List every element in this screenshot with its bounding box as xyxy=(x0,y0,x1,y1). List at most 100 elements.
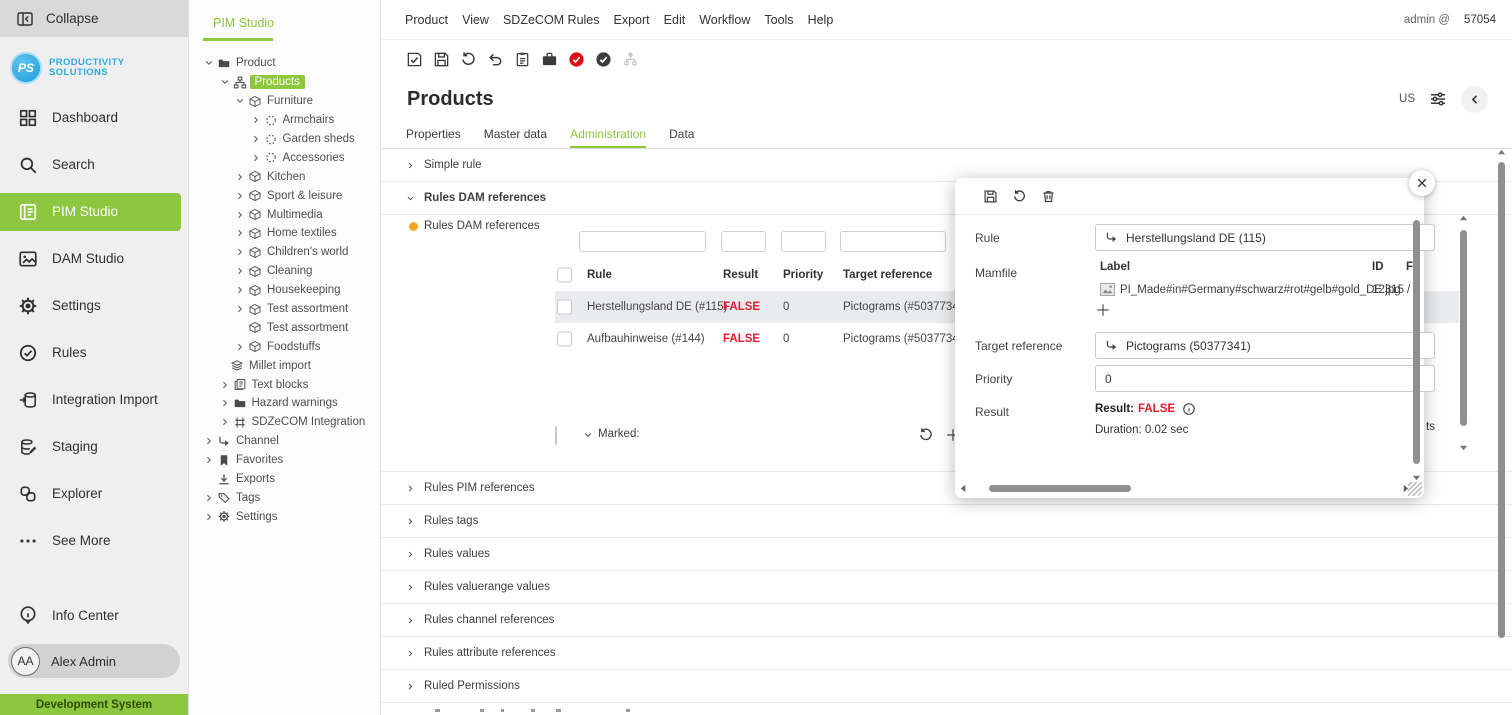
tree-item-furniture[interactable]: Furniture xyxy=(189,92,380,111)
menu-edit[interactable]: Edit xyxy=(664,13,686,27)
filter-target-input[interactable] xyxy=(840,231,946,252)
select-all-checkbox[interactable] xyxy=(557,268,572,283)
tree-item-tags[interactable]: Tags xyxy=(189,488,380,507)
rotate-ccw-icon[interactable] xyxy=(1012,189,1027,204)
filter-result-input[interactable] xyxy=(721,231,766,252)
sidebar-item-dam-studio[interactable]: DAM Studio xyxy=(0,235,181,282)
section-ruled-permissions[interactable]: Ruled Permissions xyxy=(381,670,1512,703)
tree-item-children-s-world[interactable]: Children's world xyxy=(189,243,380,262)
tree-item-millet-import[interactable]: Millet import xyxy=(189,356,380,375)
filter-rule-input[interactable] xyxy=(579,231,706,252)
undo-icon[interactable] xyxy=(487,51,504,68)
menu-product[interactable]: Product xyxy=(405,13,448,27)
tree-item-housekeeping[interactable]: Housekeeping xyxy=(189,281,380,300)
menu-view[interactable]: View xyxy=(462,13,489,27)
section-rules-values[interactable]: Rules values xyxy=(381,538,1512,571)
dialog-horizontal-scrollbar[interactable] xyxy=(959,484,1410,493)
menu-export[interactable]: Export xyxy=(614,13,650,27)
collapse-panel-button[interactable] xyxy=(1461,86,1488,113)
table-scrollbar[interactable] xyxy=(1459,214,1468,454)
menu-workflow[interactable]: Workflow xyxy=(699,13,750,27)
mamfile-name[interactable]: PI_Made#in#Germany#schwarz#rot#gelb#gold… xyxy=(1120,284,1401,296)
marked-checkbox[interactable] xyxy=(555,426,557,445)
tree-item-favorites[interactable]: Favorites xyxy=(189,451,380,470)
tree-item-exports[interactable]: Exports xyxy=(189,470,380,489)
scroll-down-icon[interactable] xyxy=(1459,443,1468,452)
tab-master-data[interactable]: Master data xyxy=(484,122,547,148)
tree-item-foodstuffs[interactable]: Foodstuffs xyxy=(189,337,380,356)
menu-help[interactable]: Help xyxy=(808,13,834,27)
sidebar-item-rules[interactable]: Rules xyxy=(0,329,181,376)
tree-item-settings[interactable]: Settings xyxy=(189,507,380,526)
save-confirm-icon[interactable] xyxy=(406,51,423,68)
briefcase-icon[interactable] xyxy=(541,51,558,68)
sidebar-item-integration-import[interactable]: Integration Import xyxy=(0,376,181,423)
priority-input[interactable] xyxy=(1095,365,1435,392)
resize-grip[interactable] xyxy=(1408,482,1422,496)
filter-priority-input[interactable] xyxy=(781,231,826,252)
save-icon[interactable] xyxy=(433,51,450,68)
trash-icon[interactable] xyxy=(1041,189,1056,204)
tree-item-accessories[interactable]: Accessories xyxy=(189,148,380,167)
target-reference-dropdown[interactable]: Pictograms (50377341) xyxy=(1095,332,1435,359)
tab-data[interactable]: Data xyxy=(669,122,694,148)
tab-administration[interactable]: Administration xyxy=(570,122,646,148)
tab-properties[interactable]: Properties xyxy=(406,122,461,148)
locale-indicator[interactable]: US xyxy=(1399,93,1415,105)
rotate-ccw-icon[interactable] xyxy=(460,51,477,68)
sidebar-item-explorer[interactable]: Explorer xyxy=(0,470,181,517)
sidebar-item-pim-studio[interactable]: PIM Studio xyxy=(0,193,181,231)
scroll-up-icon[interactable] xyxy=(1497,148,1506,157)
tree-item-products[interactable]: Products xyxy=(189,73,380,92)
tree-item-home-textiles[interactable]: Home textiles xyxy=(189,224,380,243)
dialog-vertical-scrollbar[interactable] xyxy=(1413,220,1420,464)
section-rules-valuerange-values[interactable]: Rules valuerange values xyxy=(381,571,1512,604)
tree-item-channel[interactable]: Channel xyxy=(189,432,380,451)
sliders-icon[interactable] xyxy=(1429,90,1447,108)
workflow-approved-dark-icon[interactable] xyxy=(595,51,612,68)
rule-dropdown[interactable]: Herstellungsland DE (115) xyxy=(1095,224,1435,251)
tree-item-multimedia[interactable]: Multimedia xyxy=(189,205,380,224)
refresh-icon[interactable] xyxy=(918,427,934,443)
page-scrollbar[interactable] xyxy=(1497,146,1506,715)
row-checkbox[interactable] xyxy=(557,332,572,347)
tree-item-product[interactable]: Product xyxy=(189,54,380,73)
sidebar-item-search[interactable]: Search xyxy=(0,141,181,188)
tab-pim-studio[interactable]: PIM Studio xyxy=(213,16,274,30)
tree-item-test-assortment[interactable]: Test assortment xyxy=(189,300,380,319)
tree-item-cleaning[interactable]: Cleaning xyxy=(189,262,380,281)
section-rules-channel-references[interactable]: Rules channel references xyxy=(381,604,1512,637)
scroll-down-icon[interactable] xyxy=(1412,473,1421,482)
add-mamfile-icon[interactable] xyxy=(1095,302,1111,318)
tree-item-kitchen[interactable]: Kitchen xyxy=(189,167,380,186)
sidebar-item-staging[interactable]: Staging xyxy=(0,423,181,470)
tree-item-test-assortment[interactable]: Test assortment xyxy=(189,318,380,337)
tree-item-armchairs[interactable]: Armchairs xyxy=(189,111,380,130)
collapse-button[interactable]: Collapse xyxy=(0,0,188,37)
tree-item-sdzecom-integration[interactable]: SDZeCOM Integration xyxy=(189,413,380,432)
scrollbar-thumb[interactable] xyxy=(989,485,1131,492)
menu-tools[interactable]: Tools xyxy=(764,13,793,27)
save-icon[interactable] xyxy=(983,189,998,204)
scrollbar-thumb[interactable] xyxy=(1460,230,1467,426)
tree-item-text-blocks[interactable]: Text blocks xyxy=(189,375,380,394)
sidebar-item-dashboard[interactable]: Dashboard xyxy=(0,94,181,141)
tree-item-garden-sheds[interactable]: Garden sheds xyxy=(189,130,380,149)
scroll-left-icon[interactable] xyxy=(959,484,968,493)
section-rules-attribute-references[interactable]: Rules attribute references xyxy=(381,637,1512,670)
tree-item-hazard-warnings[interactable]: Hazard warnings xyxy=(189,394,380,413)
scrollbar-thumb[interactable] xyxy=(1498,162,1505,638)
report-icon[interactable] xyxy=(514,51,531,68)
close-button[interactable] xyxy=(1409,170,1435,196)
workflow-approved-red-icon[interactable] xyxy=(568,51,585,68)
user-menu[interactable]: AA Alex Admin xyxy=(8,644,180,678)
section-rules-tags[interactable]: Rules tags xyxy=(381,505,1512,538)
menu-sdzecom-rules[interactable]: SDZeCOM Rules xyxy=(503,13,600,27)
tree-item-sport-leisure[interactable]: Sport & leisure xyxy=(189,186,380,205)
sidebar-item-see-more[interactable]: See More xyxy=(0,517,181,564)
scroll-up-icon[interactable] xyxy=(1459,214,1468,223)
sidebar-item-info-center[interactable]: Info Center xyxy=(0,596,181,634)
row-checkbox[interactable] xyxy=(557,300,572,315)
sidebar-item-settings[interactable]: Settings xyxy=(0,282,181,329)
info-circle-icon[interactable] xyxy=(1182,402,1196,416)
